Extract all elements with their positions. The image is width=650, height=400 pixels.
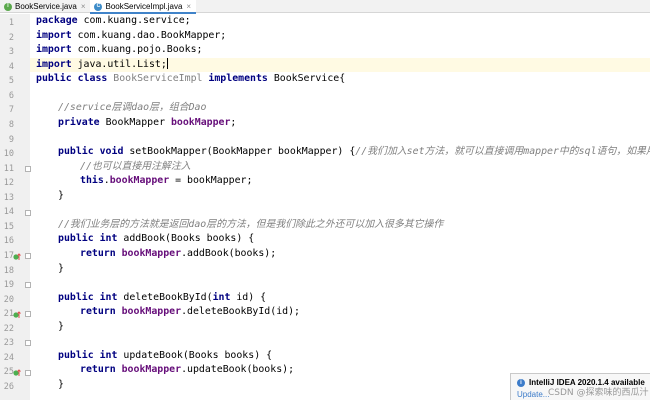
line-number: 23	[3, 338, 14, 349]
code-line: return bookMapper.addBook(books);	[80, 248, 277, 259]
code-line: }	[58, 189, 64, 201]
code-line: }	[58, 262, 64, 274]
line-number: 6	[8, 90, 14, 101]
editor-tab-bar: I BookService.java × C BookServiceImpl.j…	[0, 0, 650, 14]
editor-gutter[interactable]: 1 2 3 4 5 6 7 8 9 10 11 12 13 14 15 16 1…	[0, 14, 31, 400]
line-number: 19	[3, 280, 14, 291]
line-number: 5	[8, 76, 14, 87]
watermark: CSDN @探索味的西瓜汁	[548, 388, 649, 398]
class-icon: C	[94, 2, 103, 11]
line-number: 20	[3, 294, 14, 305]
code-line: }	[58, 379, 64, 390]
tab-book-service-impl[interactable]: C BookServiceImpl.java ×	[90, 0, 197, 14]
close-icon[interactable]: ×	[186, 2, 191, 11]
code-line: public class BookServiceImpl implements …	[36, 73, 346, 85]
line-number: 7	[8, 105, 14, 116]
text-caret	[166, 58, 168, 70]
line-number: 22	[3, 323, 14, 334]
line-number: 25	[3, 367, 14, 378]
update-link[interactable]: Update...	[517, 390, 549, 399]
line-number: 3	[8, 47, 14, 58]
line-number: 18	[3, 265, 14, 276]
implements-method-icon[interactable]	[13, 252, 21, 261]
code-line: public int updateBook(Books books) {	[58, 349, 273, 361]
line-number: 15	[3, 221, 14, 232]
code-editor[interactable]: package com.kuang.service; import com.ku…	[30, 14, 650, 400]
code-line: import com.kuang.pojo.Books;	[36, 44, 203, 56]
implements-method-icon[interactable]	[13, 311, 21, 319]
line-number: 17	[3, 251, 14, 261]
info-icon: i	[517, 379, 525, 387]
line-number: 14	[3, 207, 14, 218]
interface-icon: I	[4, 2, 12, 11]
code-line: }	[58, 320, 64, 332]
line-number: 1	[8, 18, 14, 28]
code-line: import com.kuang.dao.BookMapper;	[36, 29, 227, 41]
code-line-current: import java.util.List;	[30, 57, 650, 73]
line-number: 24	[3, 352, 14, 363]
tab-book-service[interactable]: I BookService.java ×	[0, 0, 90, 13]
line-number: 11	[3, 163, 14, 174]
close-icon[interactable]: ×	[81, 2, 86, 11]
line-number: 26	[3, 382, 14, 392]
implements-method-icon[interactable]	[13, 369, 21, 377]
line-number: 10	[3, 149, 14, 159]
line-number: 12	[3, 178, 14, 189]
line-number: 9	[8, 134, 14, 145]
line-number: 16	[3, 236, 14, 247]
code-line: //也可以直接用注解注入	[80, 160, 191, 172]
line-number: 13	[3, 192, 14, 203]
line-number: 8	[8, 119, 14, 130]
code-line: this.bookMapper = bookMapper;	[80, 175, 253, 187]
code-line: package com.kuang.service;	[36, 15, 191, 26]
line-number: 2	[8, 32, 14, 43]
line-number: 21	[3, 309, 14, 320]
tab-label: BookServiceImpl.java	[105, 2, 183, 11]
code-line: public int addBook(Books books) {	[58, 233, 255, 245]
line-number: 4	[8, 61, 14, 72]
code-line: public void setBookMapper(BookMapper boo…	[58, 146, 650, 157]
code-line: private BookMapper bookMapper;	[58, 116, 237, 128]
code-line: //service层调dao层，组合Dao	[58, 102, 207, 114]
tab-label: BookService.java	[15, 2, 77, 11]
code-line: public int deleteBookById(int id) {	[58, 291, 267, 303]
code-line: return bookMapper.deleteBookById(id);	[80, 306, 300, 318]
code-line: //我们业务层的方法就是返回dao层的方法，但是我们除此之外还可以加入很多其它操…	[58, 218, 444, 230]
code-line: return bookMapper.updateBook(books);	[80, 364, 295, 376]
